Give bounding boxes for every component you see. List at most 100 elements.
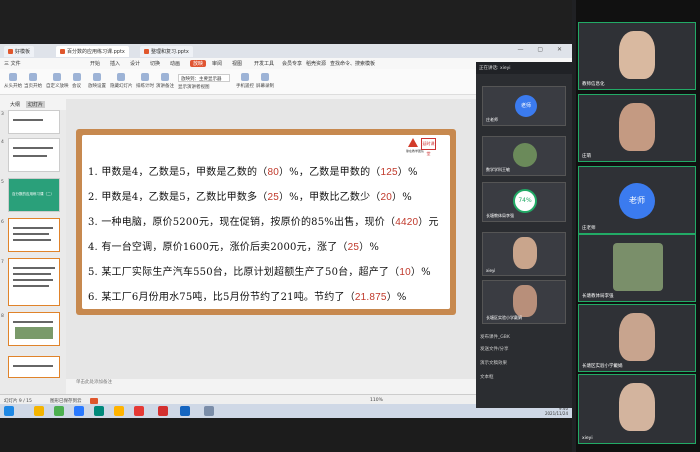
ppt-icon	[60, 49, 65, 54]
slide-thumbnail[interactable]	[8, 138, 60, 172]
list-icon	[53, 73, 62, 81]
slide-thumbnail-pane: 3 4 5 百分数的应用练习课（二） 6 7 8	[0, 110, 66, 408]
tab-review-document[interactable]: 整理和复习.pptx	[140, 46, 193, 57]
slide-thumbnail[interactable]	[8, 312, 60, 346]
presenter-view-checkbox[interactable]: 显示演讲者视图	[178, 84, 210, 90]
speaking-indicator: 正在讲话: xieyi	[476, 62, 572, 74]
participant-tile[interactable]: 数学学科王敏	[482, 136, 566, 176]
menu-transition[interactable]: 切换	[150, 60, 160, 67]
participant-tile[interactable]: 长塘区实验小学戴娟	[482, 280, 566, 324]
app-icon[interactable]	[94, 406, 104, 416]
participant-video	[613, 243, 663, 291]
meeting-participant-panel: 正在讲话: xieyi 老师 庄老师 数学学科王敏 74% 长塘教体局李强 xi…	[476, 62, 572, 408]
thumb-number: 6	[1, 220, 4, 225]
custom-show-button[interactable]: 自定义放映	[46, 73, 69, 89]
wps-icon[interactable]	[158, 406, 168, 416]
start-current-button[interactable]: 当页开始	[24, 73, 42, 89]
windows-start-icon[interactable]	[4, 406, 14, 416]
browser-icon[interactable]	[180, 406, 190, 416]
meeting-bottom-bar	[0, 418, 572, 452]
panel-menu-item[interactable]: 演示文稿效果	[480, 360, 507, 366]
thumb-number: 3	[1, 112, 4, 117]
search-command[interactable]: 查找命令、搜索模板	[330, 60, 375, 67]
participant-tile[interactable]: xieyi	[482, 232, 566, 276]
video-gallery: 教师信息化 庄萌 老师 庄老师 长塘教体局李强 长塘区实验小学戴娟 xieyi	[576, 0, 700, 452]
progress-badge: 74%	[513, 189, 537, 213]
participant-video	[619, 383, 655, 431]
menu-file[interactable]: 三 文件	[4, 60, 21, 67]
app-icon[interactable]	[114, 406, 124, 416]
video-tile[interactable]: 长塘区实验小学戴娟	[578, 304, 696, 372]
panel-menu-item[interactable]: 发送文件/分享	[480, 346, 509, 352]
participant-photo	[513, 143, 537, 167]
screen: 好模板 百分数的应用练习课.pptx 整理和复习.pptx — ▢ ✕ 三 文件…	[0, 0, 700, 452]
meeting-app-icon[interactable]	[204, 406, 214, 416]
menu-view[interactable]: 视图	[232, 60, 242, 67]
menu-resources[interactable]: 稻壳资源	[306, 60, 326, 67]
app-icon[interactable]	[134, 406, 144, 416]
slideshow-settings-button[interactable]: 放映设置	[88, 73, 106, 89]
menu-review[interactable]: 审阅	[212, 60, 222, 67]
tab-home[interactable]: 好模板	[4, 46, 35, 57]
record-icon	[261, 73, 269, 81]
slide-thumbnail[interactable]	[8, 258, 60, 306]
publisher-logo: 徐在教学团队 延时课堂	[406, 138, 442, 156]
video-tile[interactable]: xieyi	[578, 374, 696, 444]
meeting-top-strip	[0, 0, 572, 40]
menu-slideshow[interactable]: 放映	[190, 60, 207, 67]
thumb-number: 5	[1, 180, 4, 185]
hide-icon	[117, 73, 126, 81]
play-icon	[29, 73, 37, 81]
menu-animation[interactable]: 动画	[170, 60, 180, 67]
tab-slides[interactable]: 幻灯片	[26, 101, 46, 108]
file-explorer-icon[interactable]	[34, 406, 44, 416]
thumb-title: 百分数的应用练习课（二）	[12, 192, 54, 196]
thumbnail-tabs: 大纲 幻灯片	[0, 99, 66, 109]
current-slide[interactable]: 徐在教学团队 延时课堂 1. 甲数是4，乙数是5，甲数是乙数的（80）%，乙数是…	[76, 129, 456, 315]
screen-record-button[interactable]: 屏幕录制	[256, 73, 274, 89]
question-3: 3. 一种电脑，原价5200元，现在促销，按原价的85%出售，现价（4420）元	[88, 217, 439, 228]
menu-insert[interactable]: 插入	[110, 60, 120, 67]
participant-tile[interactable]: 老师 庄老师	[482, 86, 566, 126]
panel-menu-item[interactable]: 发布课件_GBK	[480, 334, 510, 340]
meeting-button[interactable]: 会议	[72, 73, 81, 89]
play-icon	[9, 73, 17, 81]
thumb-number: 4	[1, 140, 4, 145]
menu-member[interactable]: 会员专享	[282, 60, 302, 67]
video-tile[interactable]: 老师 庄老师	[578, 166, 696, 234]
menu-home[interactable]: 开始	[90, 60, 100, 67]
menu-design[interactable]: 设计	[130, 60, 140, 67]
slide-thumbnail[interactable]	[8, 110, 60, 134]
app-icon[interactable]	[54, 406, 64, 416]
participant-tile[interactable]: 74% 长塘教体局李强	[482, 182, 566, 222]
speaker-notes-button[interactable]: 演讲备注	[156, 73, 174, 89]
video-tile[interactable]: 长塘教体局李强	[578, 234, 696, 302]
display-select[interactable]: 放映到：主要显示器	[178, 74, 230, 82]
date: 2021/11/24	[544, 411, 568, 416]
tab-current-document[interactable]: 百分数的应用练习课.pptx	[56, 46, 129, 57]
participant-video	[619, 31, 655, 79]
tab-outline[interactable]: 大纲	[10, 101, 20, 108]
meeting-icon	[72, 73, 81, 81]
document-tab-bar: 好模板 百分数的应用练习课.pptx 整理和复习.pptx — ▢ ✕	[0, 44, 572, 58]
clock-icon	[141, 73, 149, 81]
avatar: 老师	[515, 95, 537, 117]
slide-thumbnail[interactable]	[8, 218, 60, 252]
video-tile[interactable]: 庄萌	[578, 94, 696, 162]
rehearse-timing-button[interactable]: 排练计时	[136, 73, 154, 89]
phone-remote-button[interactable]: 手机遥控	[236, 73, 254, 89]
slide-thumbnail[interactable]	[8, 356, 60, 378]
video-tile[interactable]: 教师信息化	[578, 22, 696, 90]
zoom-level[interactable]: 110%	[370, 398, 383, 403]
start-from-beginning-button[interactable]: 从头开始	[4, 73, 22, 89]
question-2: 2. 甲数是4，乙数是5，乙数比甲数多（25）%，甲数比乙数少（20）%	[88, 192, 412, 203]
slide-board: 徐在教学团队 延时课堂 1. 甲数是4，乙数是5，甲数是乙数的（80）%，乙数是…	[82, 135, 450, 309]
participant-video	[619, 313, 655, 361]
menu-developer[interactable]: 开发工具	[254, 60, 274, 67]
phone-icon	[241, 73, 249, 81]
app-icon[interactable]	[74, 406, 84, 416]
window-controls[interactable]: — ▢ ✕	[517, 46, 568, 53]
panel-menu-item[interactable]: 文本框	[480, 374, 494, 380]
hide-slide-button[interactable]: 隐藏幻灯片	[110, 73, 133, 89]
slide-thumbnail-active[interactable]: 百分数的应用练习课（二）	[8, 178, 60, 212]
